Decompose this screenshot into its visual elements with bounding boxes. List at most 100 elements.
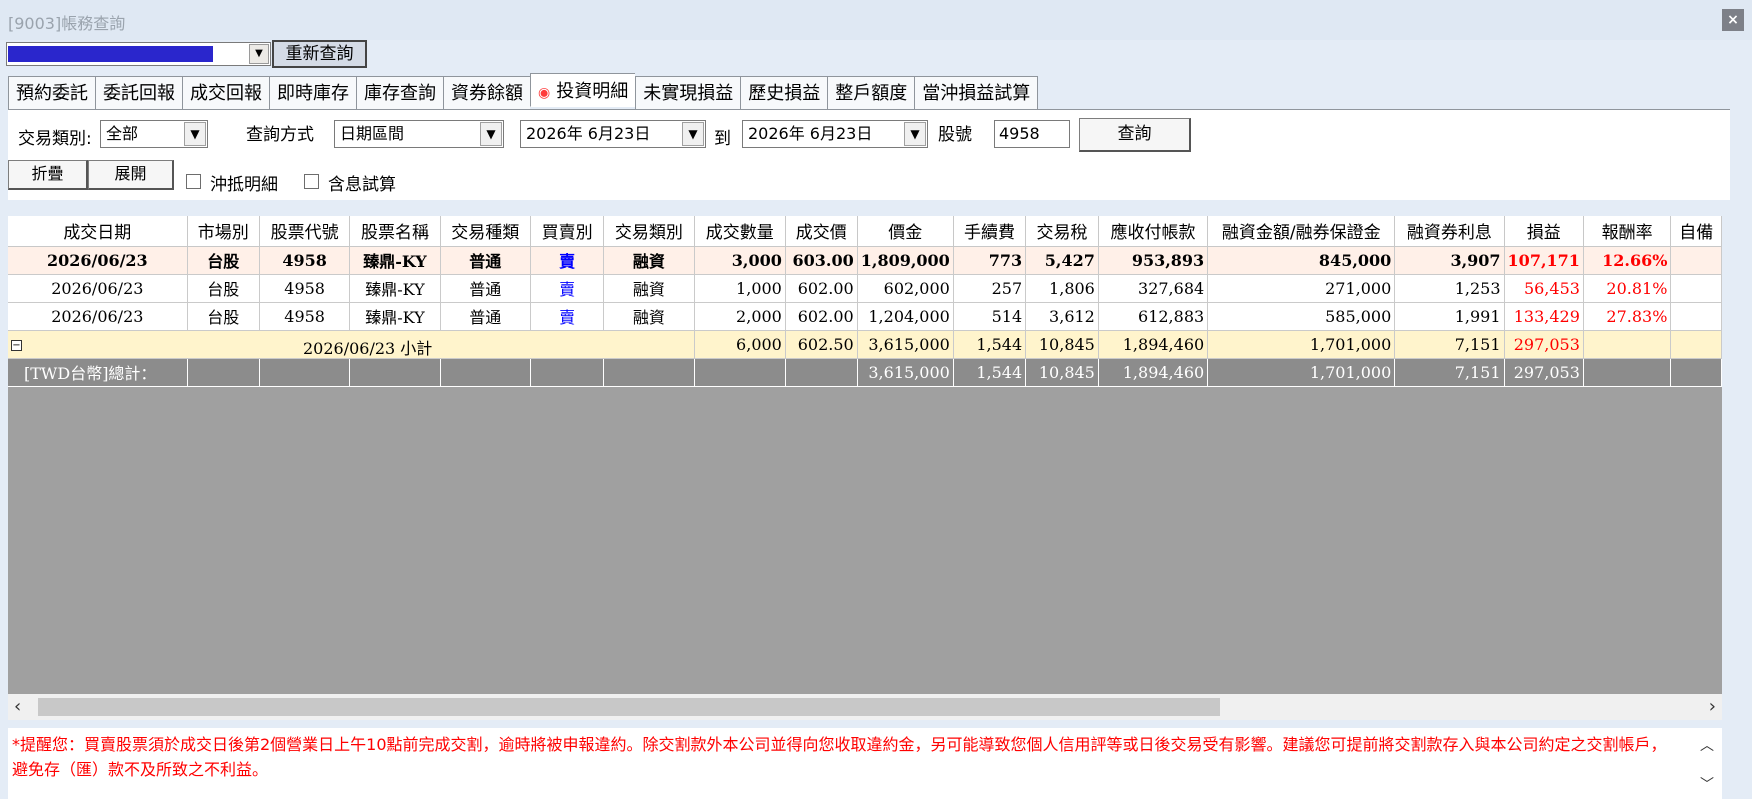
col-price[interactable]: 成交價 bbox=[785, 216, 858, 247]
collapse-group-icon[interactable]: − bbox=[11, 339, 22, 351]
cell-date: 2026/06/23 bbox=[8, 274, 188, 303]
col-code[interactable]: 股票代號 bbox=[259, 216, 351, 247]
cell-margin: 1,701,000 bbox=[1207, 330, 1396, 359]
tab-unrealized-pnl[interactable]: 未實現損益 bbox=[635, 76, 741, 110]
account-select[interactable]: ▼ bbox=[6, 42, 271, 66]
col-qty[interactable]: 成交數量 bbox=[694, 216, 786, 247]
offset-detail-checkbox[interactable] bbox=[186, 174, 201, 189]
scroll-down-icon[interactable]: ﹀ bbox=[1692, 773, 1722, 798]
cell-margin: 271,000 bbox=[1207, 274, 1396, 303]
expand-button[interactable]: 展開 bbox=[88, 160, 174, 190]
cell-price: 602.50 bbox=[785, 330, 858, 359]
tab-fill-report[interactable]: 成交回報 bbox=[182, 76, 269, 110]
table-row[interactable]: 2026/06/23 台股 4958 臻鼎-KY 普通 賣 融資 2,000 6… bbox=[8, 302, 1722, 331]
notice-vertical-scrollbar[interactable]: ︿ ﹀ bbox=[1692, 728, 1722, 799]
tab-history-pnl[interactable]: 歷史損益 bbox=[740, 76, 828, 110]
col-margin[interactable]: 融資金額/融券保證金 bbox=[1207, 216, 1396, 247]
investment-detail-grid[interactable]: 成交日期 市場別 股票代號 股票名稱 交易種類 買賣別 交易類別 成交數量 成交… bbox=[8, 216, 1722, 694]
cell-market: 台股 bbox=[187, 246, 260, 275]
scroll-right-icon[interactable]: › bbox=[1709, 696, 1716, 717]
col-side[interactable]: 買賣別 bbox=[530, 216, 605, 247]
scroll-thumb[interactable] bbox=[38, 698, 1220, 716]
cell-roi bbox=[1583, 330, 1672, 359]
col-fee[interactable]: 手續費 bbox=[953, 216, 1027, 247]
cell-code bbox=[259, 358, 351, 387]
cell-kind bbox=[440, 358, 531, 387]
cell-receivable: 327,684 bbox=[1098, 274, 1209, 303]
chevron-down-icon[interactable]: ▼ bbox=[904, 122, 926, 146]
include-interest-checkbox[interactable] bbox=[304, 174, 319, 189]
col-amount[interactable]: 價金 bbox=[857, 216, 954, 247]
settlement-notice: *提醒您：買賣股票須於成交日後第2個營業日上午10點前完成交割，逾時將被申報違約… bbox=[8, 728, 1722, 799]
tab-realtime-inventory[interactable]: 即時庫存 bbox=[269, 76, 356, 110]
cell-amount: 602,000 bbox=[857, 274, 954, 303]
cell-amount: 3,615,000 bbox=[857, 358, 954, 387]
col-date[interactable]: 成交日期 bbox=[8, 216, 188, 247]
date-from-value: 2026年 6月23日 bbox=[526, 124, 651, 143]
close-icon[interactable]: × bbox=[1722, 9, 1744, 31]
trade-type-select[interactable]: 全部 ▼ bbox=[100, 120, 208, 148]
cell-receivable: 1,894,460 bbox=[1098, 330, 1209, 359]
stock-code-input[interactable]: 4958 bbox=[994, 120, 1070, 148]
total-row[interactable]: [TWD台幣]總計： 3,615,000 1,544 10,845 1,894,… bbox=[8, 358, 1722, 387]
cell-fee: 773 bbox=[953, 246, 1027, 275]
scroll-left-icon[interactable]: ‹ bbox=[14, 696, 21, 717]
col-type[interactable]: 交易類別 bbox=[603, 216, 695, 247]
cell-qty: 3,000 bbox=[694, 246, 786, 275]
chevron-down-icon[interactable]: ▼ bbox=[184, 122, 206, 146]
cell-qty: 2,000 bbox=[694, 302, 786, 331]
chevron-down-icon[interactable]: ▼ bbox=[682, 122, 704, 146]
chevron-down-icon[interactable]: ▼ bbox=[480, 122, 502, 146]
date-from-picker[interactable]: 2026年 6月23日 ▼ bbox=[520, 120, 706, 148]
cell-tax: 1,806 bbox=[1025, 274, 1099, 303]
table-row[interactable]: 2026/06/23 台股 4958 臻鼎-KY 普通 賣 融資 1,000 6… bbox=[8, 274, 1722, 303]
table-row[interactable]: 2026/06/23 台股 4958 臻鼎-KY 普通 賣 融資 3,000 6… bbox=[8, 246, 1722, 275]
cell-market: 台股 bbox=[187, 302, 260, 331]
cell-side: 賣 bbox=[530, 274, 605, 303]
requery-button[interactable]: 重新查詢 bbox=[272, 40, 367, 68]
cell-interest: 1,253 bbox=[1394, 274, 1505, 303]
chevron-down-icon[interactable]: ▼ bbox=[249, 44, 269, 64]
query-method-select[interactable]: 日期區間 ▼ bbox=[334, 120, 504, 148]
tab-reservation[interactable]: 預約委託 bbox=[8, 76, 95, 110]
tab-daytrade-calc[interactable]: 當沖損益試算 bbox=[914, 76, 1039, 110]
tab-order-report[interactable]: 委託回報 bbox=[95, 76, 182, 110]
col-name[interactable]: 股票名稱 bbox=[349, 216, 441, 247]
cell-type: 融資 bbox=[603, 302, 695, 331]
col-pnl[interactable]: 損益 bbox=[1504, 216, 1584, 247]
cell-side: 賣 bbox=[530, 302, 605, 331]
subtotal-row[interactable]: − 2026/06/23 小計 6,000 602.50 3,615,000 1… bbox=[8, 330, 1722, 359]
trade-type-value: 全部 bbox=[106, 124, 139, 143]
cell-roi bbox=[1583, 358, 1672, 387]
cell-price: 602.00 bbox=[785, 274, 858, 303]
tab-bar: 預約委託 委託回報 成交回報 即時庫存 庫存查詢 資券餘額 ◉ 投資明細 未實現損… bbox=[8, 73, 1039, 110]
date-to-picker[interactable]: 2026年 6月23日 ▼ bbox=[742, 120, 928, 148]
tab-inventory-query[interactable]: 庫存查詢 bbox=[356, 76, 443, 110]
col-kind[interactable]: 交易種類 bbox=[440, 216, 531, 247]
tab-margin-balance[interactable]: 資券餘額 bbox=[443, 76, 530, 110]
query-method-value: 日期區間 bbox=[340, 124, 405, 143]
cell-interest: 7,151 bbox=[1394, 358, 1505, 387]
notice-text: *提醒您：買賣股票須於成交日後第2個營業日上午10點前完成交割，逾時將被申報違約… bbox=[12, 735, 1667, 779]
col-roi[interactable]: 報酬率 bbox=[1583, 216, 1672, 247]
col-tax[interactable]: 交易稅 bbox=[1025, 216, 1099, 247]
cell-interest: 7,151 bbox=[1394, 330, 1505, 359]
cell-fee: 1,544 bbox=[953, 358, 1027, 387]
col-market[interactable]: 市場別 bbox=[187, 216, 260, 247]
col-receivable[interactable]: 應收付帳款 bbox=[1098, 216, 1209, 247]
window-title: [9003]帳務查詢 bbox=[8, 14, 126, 33]
header-row: 成交日期 市場別 股票代號 股票名稱 交易種類 買賣別 交易類別 成交數量 成交… bbox=[8, 216, 1722, 247]
cell-own bbox=[1670, 274, 1722, 303]
tab-account-quota[interactable]: 整戶額度 bbox=[827, 76, 915, 110]
col-own[interactable]: 自備 bbox=[1670, 216, 1722, 247]
scroll-up-icon[interactable]: ︿ bbox=[1692, 734, 1722, 759]
cell-amount: 1,204,000 bbox=[857, 302, 954, 331]
query-button[interactable]: 查詢 bbox=[1079, 118, 1191, 152]
tab-investment-detail[interactable]: ◉ 投資明細 bbox=[530, 73, 636, 107]
col-interest[interactable]: 融資券利息 bbox=[1394, 216, 1505, 247]
horizontal-scrollbar[interactable]: ‹ › bbox=[8, 694, 1722, 720]
collapse-button[interactable]: 折疊 bbox=[8, 160, 88, 190]
cell-price bbox=[785, 358, 858, 387]
cell-pnl: 133,429 bbox=[1504, 302, 1584, 331]
cell-fee: 257 bbox=[953, 274, 1027, 303]
